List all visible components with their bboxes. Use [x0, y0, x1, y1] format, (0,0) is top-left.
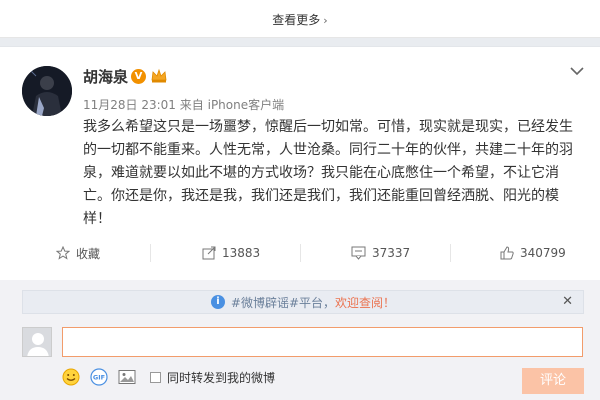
- comment-button[interactable]: 37337: [351, 240, 410, 266]
- post-time[interactable]: 11月28日 23:01: [83, 98, 176, 112]
- current-user-avatar: [22, 327, 52, 357]
- more-card: 查看更多 ›: [0, 0, 600, 38]
- comment-icon: [351, 246, 366, 260]
- emoji-icon: [62, 368, 80, 386]
- svg-text:GIF: GIF: [93, 374, 105, 382]
- info-icon: i: [210, 295, 225, 309]
- repost-checkbox[interactable]: [150, 371, 161, 383]
- action-bar: 收藏 13883 37337 340799: [0, 240, 600, 266]
- default-avatar-icon: [23, 328, 51, 356]
- view-more-label: 查看更多: [272, 13, 321, 27]
- divider: [450, 244, 451, 262]
- thumbs-up-icon: [500, 246, 514, 260]
- favorite-button[interactable]: 收藏: [56, 240, 100, 266]
- like-count: 340799: [520, 246, 566, 260]
- emoji-button[interactable]: [62, 368, 80, 386]
- rumor-notice-banner: i #微博辟谣#平台， 欢迎查阅！ ✕: [22, 290, 584, 314]
- notice-hashtag[interactable]: #微博辟谣#平台，: [231, 294, 335, 311]
- author-avatar[interactable]: [22, 66, 72, 116]
- view-more-link[interactable]: 查看更多 ›: [0, 11, 600, 28]
- repost-checkbox-label[interactable]: 同时转发到我的微博: [167, 369, 275, 386]
- repost-button[interactable]: 13883: [202, 240, 260, 266]
- source-prefix: 来自: [179, 98, 204, 112]
- submit-comment-button[interactable]: 评论: [522, 368, 584, 394]
- divider: [150, 244, 151, 262]
- chevron-right-icon: ›: [323, 14, 328, 27]
- favorite-label: 收藏: [76, 246, 101, 261]
- divider: [300, 244, 301, 262]
- post-source: iPhone客户端: [207, 98, 285, 112]
- avatar-image: [22, 66, 72, 116]
- comment-input[interactable]: [62, 327, 583, 357]
- verified-v-icon: V: [131, 69, 146, 84]
- chevron-down-icon[interactable]: [568, 64, 586, 78]
- close-icon[interactable]: ✕: [562, 294, 573, 309]
- image-button[interactable]: [118, 369, 136, 385]
- comment-count: 37337: [372, 246, 411, 260]
- post-meta: 11月28日 23:01 来自 iPhone客户端: [83, 96, 284, 113]
- like-button[interactable]: 340799: [500, 240, 566, 266]
- share-icon: [202, 246, 216, 260]
- author-name[interactable]: 胡海泉: [83, 66, 128, 87]
- repost-count: 13883: [222, 246, 261, 260]
- comment-toolbar: GIF 同时转发到我的微博: [62, 367, 275, 387]
- gif-button[interactable]: GIF: [90, 368, 108, 386]
- gif-icon: GIF: [90, 368, 108, 386]
- image-icon: [118, 370, 136, 384]
- post-content: 我多么希望这只是一场噩梦，惊醒后一切如常。可惜，现实就是现实，已经发生的一切都不…: [83, 119, 573, 227]
- notice-link[interactable]: 欢迎查阅！: [335, 294, 395, 311]
- vip-crown-icon: [151, 68, 167, 83]
- star-icon: [56, 246, 70, 260]
